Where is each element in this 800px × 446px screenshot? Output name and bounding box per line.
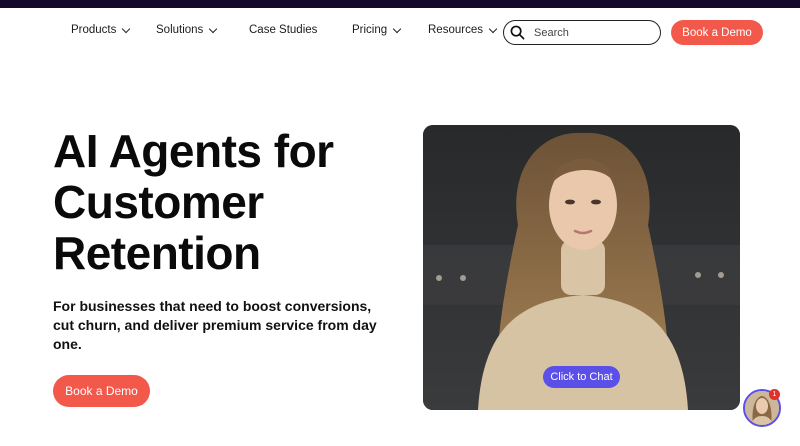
ai-agent-video[interactable]: Click to Chat (423, 125, 740, 410)
chevron-down-icon (392, 24, 402, 33)
book-demo-hero-button[interactable]: Book a Demo (53, 375, 150, 407)
nav-item-solutions[interactable]: Solutions (156, 24, 218, 36)
chevron-down-icon (209, 24, 218, 33)
click-to-chat-button[interactable]: Click to Chat (543, 366, 620, 388)
nav-item-case-studies[interactable]: Case Studies (249, 24, 317, 36)
hero-subtitle: For businesses that need to boost conver… (53, 298, 377, 352)
hero-title-line: Retention (53, 227, 261, 279)
nav-item-resources[interactable]: Resources (428, 24, 498, 36)
book-demo-nav-button[interactable]: Book a Demo (671, 20, 763, 45)
main-nav: Products Solutions Case Studies Pricing … (0, 18, 800, 48)
nav-item-pricing[interactable]: Pricing (352, 24, 402, 36)
nav-item-label: Pricing (352, 24, 388, 36)
notification-badge: 1 (769, 389, 780, 400)
search-input[interactable] (534, 26, 644, 39)
hero-title-line: Customer (53, 176, 264, 228)
search-icon (510, 25, 525, 40)
search-box[interactable] (503, 20, 661, 45)
nav-item-products[interactable]: Products (71, 24, 131, 36)
top-accent-bar (0, 0, 800, 8)
chevron-down-icon (122, 24, 131, 33)
hero-title: AI Agents for Customer Retention (53, 126, 413, 279)
nav-item-label: Solutions (156, 24, 204, 36)
nav-item-label: Case Studies (249, 24, 318, 36)
hero-title-line: AI Agents for (53, 125, 334, 177)
chevron-down-icon (488, 24, 498, 33)
nav-item-label: Products (71, 24, 117, 36)
nav-item-label: Resources (428, 24, 483, 36)
